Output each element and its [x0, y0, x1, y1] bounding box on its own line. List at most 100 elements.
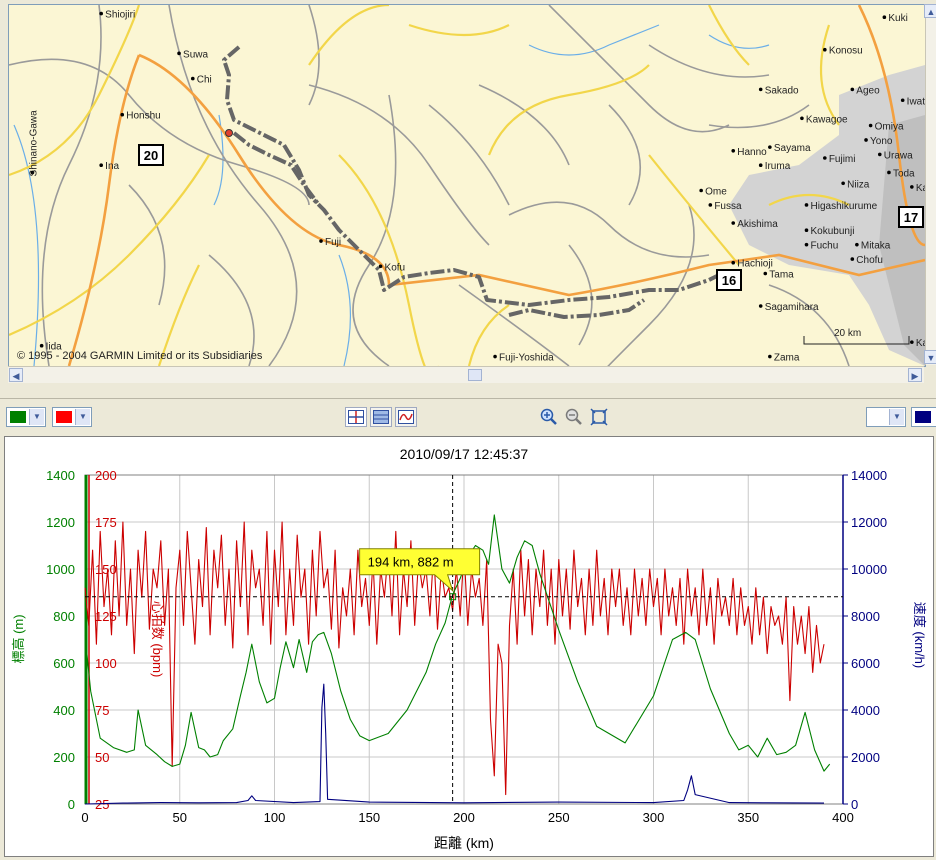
place-label[interactable]: Shiojiri [105, 10, 135, 21]
place-label[interactable]: Urawa [884, 150, 913, 161]
route-shield-number: 16 [722, 273, 736, 288]
city-dot [882, 15, 887, 20]
heart-rate-tick-label: 25 [95, 797, 109, 812]
place-label[interactable]: Ka [916, 183, 925, 194]
series-line-speed[interactable] [84, 683, 825, 805]
place-label[interactable]: Iruma [765, 161, 791, 172]
track-start-marker[interactable] [225, 129, 233, 137]
split-view-button[interactable] [370, 407, 392, 427]
zoom-fit-icon[interactable] [589, 407, 609, 427]
secondary-road [508, 201, 710, 258]
elevation-axis-title: 標高 (m) [11, 614, 26, 663]
city-dot [758, 304, 763, 308]
heart-rate-axis-title: 心拍数 (bpm) [150, 601, 165, 678]
place-label[interactable]: Fuchu [811, 241, 839, 252]
route-shield-number: 20 [144, 148, 158, 163]
chevron-down-icon[interactable]: ▼ [29, 409, 44, 425]
heart-rate-color-swatch [56, 411, 72, 423]
map-vertical-scrollbar[interactable]: ▲ ▼ [924, 4, 936, 365]
city-dot [823, 156, 827, 160]
city-dot [800, 116, 804, 121]
map-graphic[interactable]: 20 km 20 16 17 Shiojiri Suwa Chi Honshu Ina Shina… [9, 5, 925, 366]
place-label[interactable]: Ageo [856, 85, 880, 96]
place-label[interactable]: Zama [774, 353, 800, 364]
route-shield: 20 [138, 144, 164, 166]
zoom-in-icon[interactable] [539, 407, 559, 427]
speed-tick-label: 4000 [851, 703, 880, 718]
x-tick-label: 300 [643, 810, 665, 825]
x-tick-label: 100 [264, 810, 286, 825]
heart-rate-tick-label: 50 [95, 750, 109, 765]
place-label[interactable]: Fussa [714, 201, 742, 212]
zoom-out-icon[interactable] [564, 407, 584, 427]
place-label[interactable]: Mitaka [861, 241, 891, 252]
place-label[interactable]: Suwa [183, 49, 208, 60]
city-dot [910, 340, 914, 344]
city-dot [99, 163, 103, 168]
place-label[interactable]: Honshu [126, 111, 160, 122]
place-label[interactable]: Niiza [847, 179, 870, 190]
elevation-color-picker[interactable]: ▼ [6, 407, 46, 427]
elevation-tick-label: 1400 [46, 468, 75, 483]
profile-chart[interactable]: 0 50 100 150 200 250 300 350 400 0 200 400 600 800 100… [4, 436, 934, 857]
gps-track[interactable] [222, 45, 720, 319]
place-label[interactable]: Sakado [765, 85, 799, 96]
crosshair-icon [348, 410, 364, 424]
place-label[interactable]: Sayama [774, 143, 811, 154]
profile-chart-svg[interactable]: 0 50 100 150 200 250 300 350 4000200400600800100… [5, 437, 933, 856]
place-label[interactable]: Higashikurume [811, 201, 878, 212]
x-tick-label: 0 [81, 810, 88, 825]
chevron-down-icon[interactable]: ▼ [75, 409, 90, 425]
place-label[interactable]: Omiya [875, 122, 904, 133]
chevron-down-icon[interactable]: ▼ [889, 409, 904, 425]
graph-button[interactable] [395, 407, 417, 427]
speed-tick-label: 10000 [851, 562, 887, 577]
place-label[interactable]: Fuji [325, 237, 341, 248]
place-label[interactable]: Yono [870, 136, 893, 147]
place-label[interactable]: Kav [916, 338, 925, 349]
heart-rate-tick-label: 175 [95, 515, 117, 530]
crosshair-button[interactable] [345, 407, 367, 427]
scroll-left-icon[interactable]: ◀ [9, 368, 23, 382]
place-label[interactable]: Ina [105, 161, 119, 172]
scroll-thumb[interactable] [468, 369, 482, 381]
place-label[interactable]: Chofu [856, 255, 883, 266]
secondary-road [708, 104, 810, 129]
place-label[interactable]: Sagamihara [765, 302, 819, 313]
place-label[interactable]: Tama [769, 270, 794, 281]
speed-tick-label: 6000 [851, 656, 880, 671]
place-label[interactable]: Toda [893, 168, 915, 179]
place-label[interactable]: Hachioji [737, 259, 773, 270]
speed-tick-label: 12000 [851, 515, 887, 530]
place-label[interactable]: Ome [705, 187, 727, 198]
local-road [708, 5, 750, 66]
map-canvas[interactable]: 20 km 20 16 17 Shiojiri Suwa Chi Honshu Ina Shina… [8, 4, 926, 367]
place-label[interactable]: Chi [197, 75, 212, 86]
place-label[interactable]: Akishima [737, 219, 778, 230]
city-dot [910, 185, 914, 189]
place-label[interactable]: Kokubunji [811, 226, 855, 237]
scroll-down-icon[interactable]: ▼ [924, 350, 936, 364]
scroll-up-icon[interactable]: ▲ [924, 4, 936, 18]
city-dot [731, 148, 736, 153]
elevation-tick-label: 1000 [46, 562, 75, 577]
place-label[interactable]: Kawagoe [806, 114, 848, 125]
place-label[interactable]: Konosu [829, 46, 863, 57]
speed-color-picker[interactable] [911, 407, 936, 427]
elevation-tick-label: 200 [53, 750, 75, 765]
scroll-right-icon[interactable]: ▶ [908, 368, 922, 382]
place-label[interactable]: Kuki [888, 13, 907, 24]
city-dot [841, 181, 845, 186]
heart-rate-color-picker[interactable]: ▼ [52, 407, 92, 427]
map-horizontal-scrollbar[interactable]: ◀ ▶ [8, 366, 924, 383]
speed-tick-label: 8000 [851, 609, 880, 624]
local-road [819, 24, 840, 126]
secondary-road [352, 94, 397, 366]
place-label[interactable]: Fujimi [829, 154, 856, 165]
speed-fill-color-picker[interactable]: ▼ [866, 407, 906, 427]
place-label[interactable]: Fuji-Yoshida [499, 353, 554, 364]
place-label[interactable]: Hanno [737, 147, 767, 158]
place-label[interactable]: Iwats [907, 96, 925, 107]
place-label[interactable]: Kofu [385, 262, 406, 273]
place-label[interactable]: Shinano-Gawa [28, 110, 39, 177]
